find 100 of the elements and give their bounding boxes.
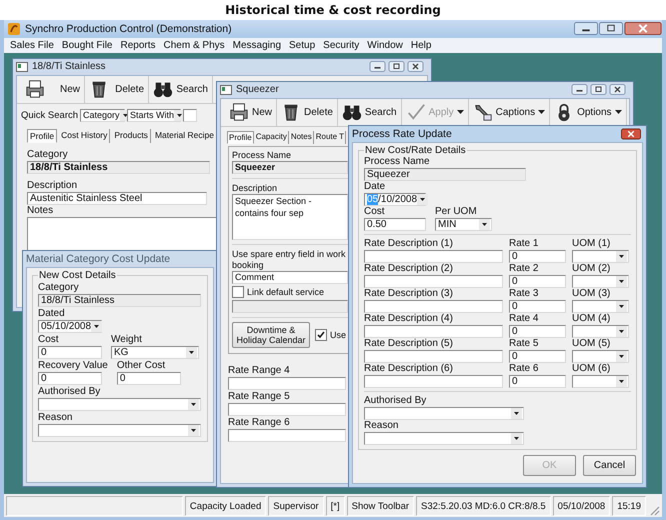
tab[interactable]: Profile xyxy=(227,130,254,144)
dropdown[interactable] xyxy=(572,324,629,338)
checkbox[interactable] xyxy=(232,286,244,298)
menu-item[interactable]: Sales File xyxy=(6,40,58,51)
process-name-field: Squeezer xyxy=(232,160,348,174)
rate-description-field[interactable] xyxy=(364,324,503,338)
spare-entry-field[interactable]: Comment xyxy=(232,270,348,284)
field-label: Other Cost xyxy=(116,360,166,372)
wrench-icon xyxy=(472,102,493,122)
field-label: Rate Range 5 xyxy=(228,390,290,403)
minimize-icon[interactable] xyxy=(369,61,386,72)
close-icon[interactable] xyxy=(609,84,626,96)
date-field[interactable]: 05/10/2008 xyxy=(364,192,426,206)
status-panel: S32:5.20.03 MD:6.0 CR:8/8.5 xyxy=(416,496,551,516)
process-name-field: Squeezer xyxy=(364,168,526,181)
menu-item[interactable]: Window xyxy=(363,40,407,51)
menu-item[interactable]: Help xyxy=(406,40,436,51)
rate-range-field[interactable] xyxy=(228,428,346,442)
status-panel: 05/10/2008 xyxy=(552,496,610,516)
dropdown[interactable] xyxy=(38,398,201,411)
menu-item[interactable]: Security xyxy=(319,40,364,51)
new-button[interactable]: New xyxy=(225,98,278,126)
menu-item[interactable]: Bought File xyxy=(58,40,116,51)
tab[interactable]: Profile xyxy=(27,128,58,143)
dropdown[interactable]: MIN xyxy=(435,218,492,231)
rate-range-field[interactable] xyxy=(228,376,346,390)
dropdown[interactable] xyxy=(572,274,629,288)
field-label: Rate 6 xyxy=(509,362,538,375)
close-icon[interactable] xyxy=(407,61,424,72)
rate-field[interactable]: 0 xyxy=(509,324,566,338)
cost-field[interactable]: 0.50 xyxy=(364,218,426,231)
dropdown[interactable] xyxy=(38,424,201,437)
menu-item[interactable]: Reports xyxy=(116,40,160,51)
delete-button[interactable]: Delete xyxy=(85,76,149,103)
delete-button[interactable]: Delete xyxy=(277,98,338,126)
rate-field[interactable]: 0 xyxy=(509,374,566,388)
menu-item[interactable]: Messaging xyxy=(228,40,286,51)
checkbox-label: Link default service xyxy=(247,286,324,297)
dropdown[interactable] xyxy=(572,250,629,263)
field-label: Weight xyxy=(111,334,142,346)
close-icon[interactable] xyxy=(624,22,662,36)
dropdown[interactable] xyxy=(572,350,629,363)
dropdown[interactable] xyxy=(572,300,629,313)
date-field[interactable]: 05/10/2008 xyxy=(38,320,102,333)
field-label: Cost xyxy=(364,206,385,218)
dropdown[interactable] xyxy=(572,374,629,388)
field-label: Category xyxy=(27,148,68,161)
app-title: Synchro Production Control (Demonstration) xyxy=(25,22,232,35)
calendar-button[interactable]: Downtime & Holiday Calendar xyxy=(232,322,310,348)
dropdown[interactable]: Category xyxy=(80,108,126,122)
tab[interactable]: Cost History xyxy=(59,128,110,143)
field-label: Authorised By xyxy=(38,386,100,398)
tab[interactable]: Route T xyxy=(314,130,346,144)
field-label: Rate Range 6 xyxy=(228,416,290,429)
maximize-icon[interactable] xyxy=(599,22,623,36)
caret-icon xyxy=(456,110,464,114)
field-label: Rate Range 4 xyxy=(228,364,290,377)
new-button[interactable]: New xyxy=(21,76,85,103)
notes-field[interactable] xyxy=(27,216,217,251)
tab[interactable]: Products xyxy=(112,128,151,143)
recovery-value-field[interactable]: 0 xyxy=(38,372,102,385)
description-field[interactable]: Austenitic Stainless Steel xyxy=(27,192,207,205)
minimize-icon[interactable] xyxy=(571,84,588,96)
rate-description-field[interactable] xyxy=(364,350,503,363)
search-field[interactable] xyxy=(183,108,198,122)
dropdown[interactable]: KG xyxy=(111,346,199,359)
menu-item[interactable]: Chem & Phys xyxy=(160,40,229,51)
rate-description-field[interactable] xyxy=(364,274,503,288)
menu-item[interactable]: Setup xyxy=(285,40,320,51)
rate-field[interactable]: 0 xyxy=(509,350,566,363)
maximize-icon[interactable] xyxy=(388,61,405,72)
field-label: Authorised By xyxy=(364,394,426,407)
search-button[interactable]: Search xyxy=(149,76,213,103)
description-field[interactable]: Squeezer Section - contains four sep xyxy=(232,194,348,240)
dropdown[interactable] xyxy=(364,406,524,420)
field-label: Category xyxy=(38,282,79,294)
checkbox-label: Use xyxy=(330,330,346,340)
rate-description-field[interactable] xyxy=(364,250,503,263)
dropdown[interactable] xyxy=(364,432,524,445)
resize-grip-icon[interactable] xyxy=(648,504,660,516)
rate-range-field[interactable] xyxy=(228,402,346,416)
cost-field[interactable]: 0 xyxy=(38,346,102,359)
tab[interactable]: Capacity xyxy=(254,130,289,144)
rate-field[interactable]: 0 xyxy=(509,274,566,288)
close-icon[interactable] xyxy=(621,128,641,140)
field-label: Reason xyxy=(38,412,72,424)
category-field: 18/8/Ti Stainless xyxy=(38,294,201,307)
status-panel: Supervisor xyxy=(268,496,324,516)
other-cost-field[interactable]: 0 xyxy=(116,372,181,385)
maximize-icon[interactable] xyxy=(590,84,607,96)
tab[interactable]: Notes xyxy=(290,130,314,144)
dialog-button[interactable]: Cancel xyxy=(583,454,636,476)
rate-field[interactable]: 0 xyxy=(509,250,566,263)
rate-description-field[interactable] xyxy=(364,374,503,388)
minimize-icon[interactable] xyxy=(574,22,598,36)
field-label: Recovery Value xyxy=(38,360,108,372)
checkbox[interactable] xyxy=(315,328,327,341)
rate-description-field[interactable] xyxy=(364,300,503,313)
dropdown[interactable]: Starts With xyxy=(127,108,182,122)
rate-field[interactable]: 0 xyxy=(509,300,566,313)
